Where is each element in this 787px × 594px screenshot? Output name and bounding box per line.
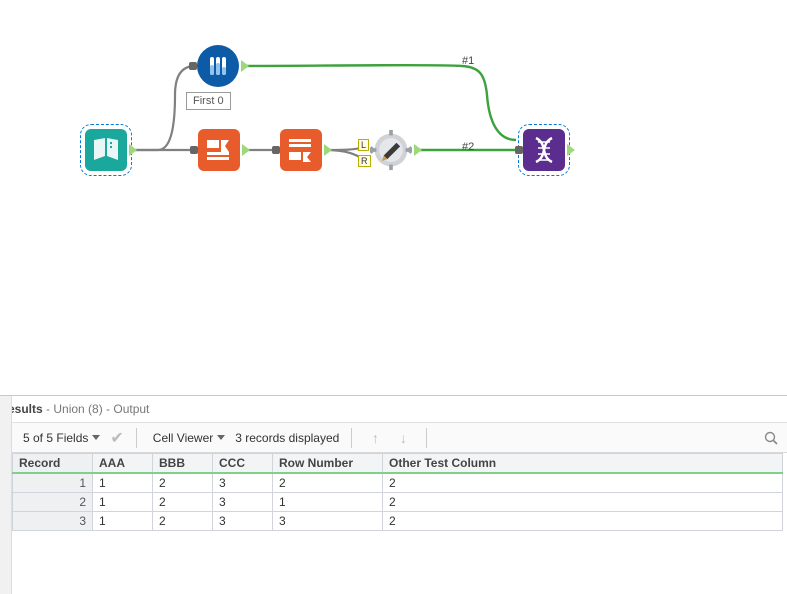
cell[interactable]: 3 xyxy=(273,512,383,531)
cell-record[interactable]: 1 xyxy=(13,473,93,493)
grid-header-row: Record AAA BBB CCC Row Number Other Test… xyxy=(13,454,783,474)
table-row[interactable]: 212312 xyxy=(13,493,783,512)
anchor-out[interactable] xyxy=(241,60,249,72)
anchor-in[interactable] xyxy=(272,146,280,154)
results-toolbar: 5 of 5 Fields ✔ Cell Viewer 3 records di… xyxy=(0,423,787,453)
cell[interactable]: 3 xyxy=(213,512,273,531)
connection-label-1: #1 xyxy=(462,55,474,67)
results-subtitle: - Union (8) - Output xyxy=(43,402,150,416)
cell[interactable]: 2 xyxy=(383,473,783,493)
search-icon[interactable] xyxy=(761,428,781,448)
dna-icon xyxy=(528,134,560,166)
anchor-L[interactable]: L xyxy=(358,139,369,151)
chevron-down-icon xyxy=(92,435,100,440)
anchor-out[interactable] xyxy=(567,144,575,156)
table-row[interactable]: 112322 xyxy=(13,473,783,493)
anchor-in[interactable] xyxy=(190,146,198,154)
tool-text-input[interactable] xyxy=(85,129,127,171)
cell[interactable]: 2 xyxy=(153,512,213,531)
fields-dropdown[interactable]: 5 of 5 Fields xyxy=(19,429,104,447)
connection-label-2: #2 xyxy=(462,141,474,153)
anchor-out[interactable] xyxy=(242,144,250,156)
col-aaa[interactable]: AAA xyxy=(93,454,153,474)
anchor-in[interactable] xyxy=(189,62,197,70)
anchor-in[interactable] xyxy=(515,146,523,154)
cell[interactable]: 2 xyxy=(153,493,213,512)
table-row[interactable]: 312332 xyxy=(13,512,783,531)
results-title: esults xyxy=(8,402,43,416)
book-icon xyxy=(90,134,122,166)
cell-record[interactable]: 3 xyxy=(13,512,93,531)
col-other-test-column[interactable]: Other Test Column xyxy=(383,454,783,474)
col-record[interactable]: Record xyxy=(13,454,93,474)
fields-summary-label: 5 of 5 Fields xyxy=(23,431,88,445)
cell[interactable]: 2 xyxy=(153,473,213,493)
anchor-out[interactable] xyxy=(324,144,332,156)
col-ccc[interactable]: CCC xyxy=(213,454,273,474)
cell[interactable]: 2 xyxy=(383,493,783,512)
results-panel: esults - Union (8) - Output 5 of 5 Field… xyxy=(0,395,787,594)
workflow-canvas[interactable]: First 0 xyxy=(0,0,787,395)
chevron-down-icon xyxy=(217,435,225,440)
tool-join[interactable]: L R xyxy=(370,129,412,171)
cell[interactable]: 1 xyxy=(93,512,153,531)
cell-viewer-label: Cell Viewer xyxy=(153,431,213,445)
cell[interactable]: 2 xyxy=(273,473,383,493)
tool-comment-first0[interactable]: First 0 xyxy=(186,92,231,110)
arrow-down-icon[interactable]: ↓ xyxy=(392,427,414,449)
cell-viewer-dropdown[interactable]: Cell Viewer xyxy=(149,429,229,447)
formula-icon xyxy=(203,134,235,166)
multirow-icon xyxy=(285,134,317,166)
connection-wires xyxy=(0,0,787,395)
cell[interactable]: 1 xyxy=(93,473,153,493)
cell[interactable]: 3 xyxy=(213,493,273,512)
gear-pencil-icon xyxy=(370,127,412,173)
anchor-out[interactable] xyxy=(414,144,422,156)
tool-formula[interactable] xyxy=(198,129,240,171)
arrow-up-icon[interactable]: ↑ xyxy=(364,427,386,449)
col-row-number[interactable]: Row Number xyxy=(273,454,383,474)
results-grid-wrap[interactable]: Record AAA BBB CCC Row Number Other Test… xyxy=(12,453,787,594)
results-header: esults - Union (8) - Output xyxy=(0,396,787,423)
cell[interactable]: 2 xyxy=(383,512,783,531)
anchor-R[interactable]: R xyxy=(358,155,371,167)
tool-multirow-formula[interactable] xyxy=(280,129,322,171)
col-bbb[interactable]: BBB xyxy=(153,454,213,474)
results-grid[interactable]: Record AAA BBB CCC Row Number Other Test… xyxy=(12,453,783,531)
records-displayed-label: 3 records displayed xyxy=(235,431,339,445)
test-tubes-icon xyxy=(203,51,233,81)
anchor-out[interactable] xyxy=(129,144,137,156)
tool-union[interactable] xyxy=(523,129,565,171)
cell-record[interactable]: 2 xyxy=(13,493,93,512)
cell[interactable]: 1 xyxy=(273,493,383,512)
tool-sample[interactable] xyxy=(197,45,239,87)
cell[interactable]: 1 xyxy=(93,493,153,512)
checkmark-icon[interactable]: ✔ xyxy=(110,428,123,448)
cell[interactable]: 3 xyxy=(213,473,273,493)
